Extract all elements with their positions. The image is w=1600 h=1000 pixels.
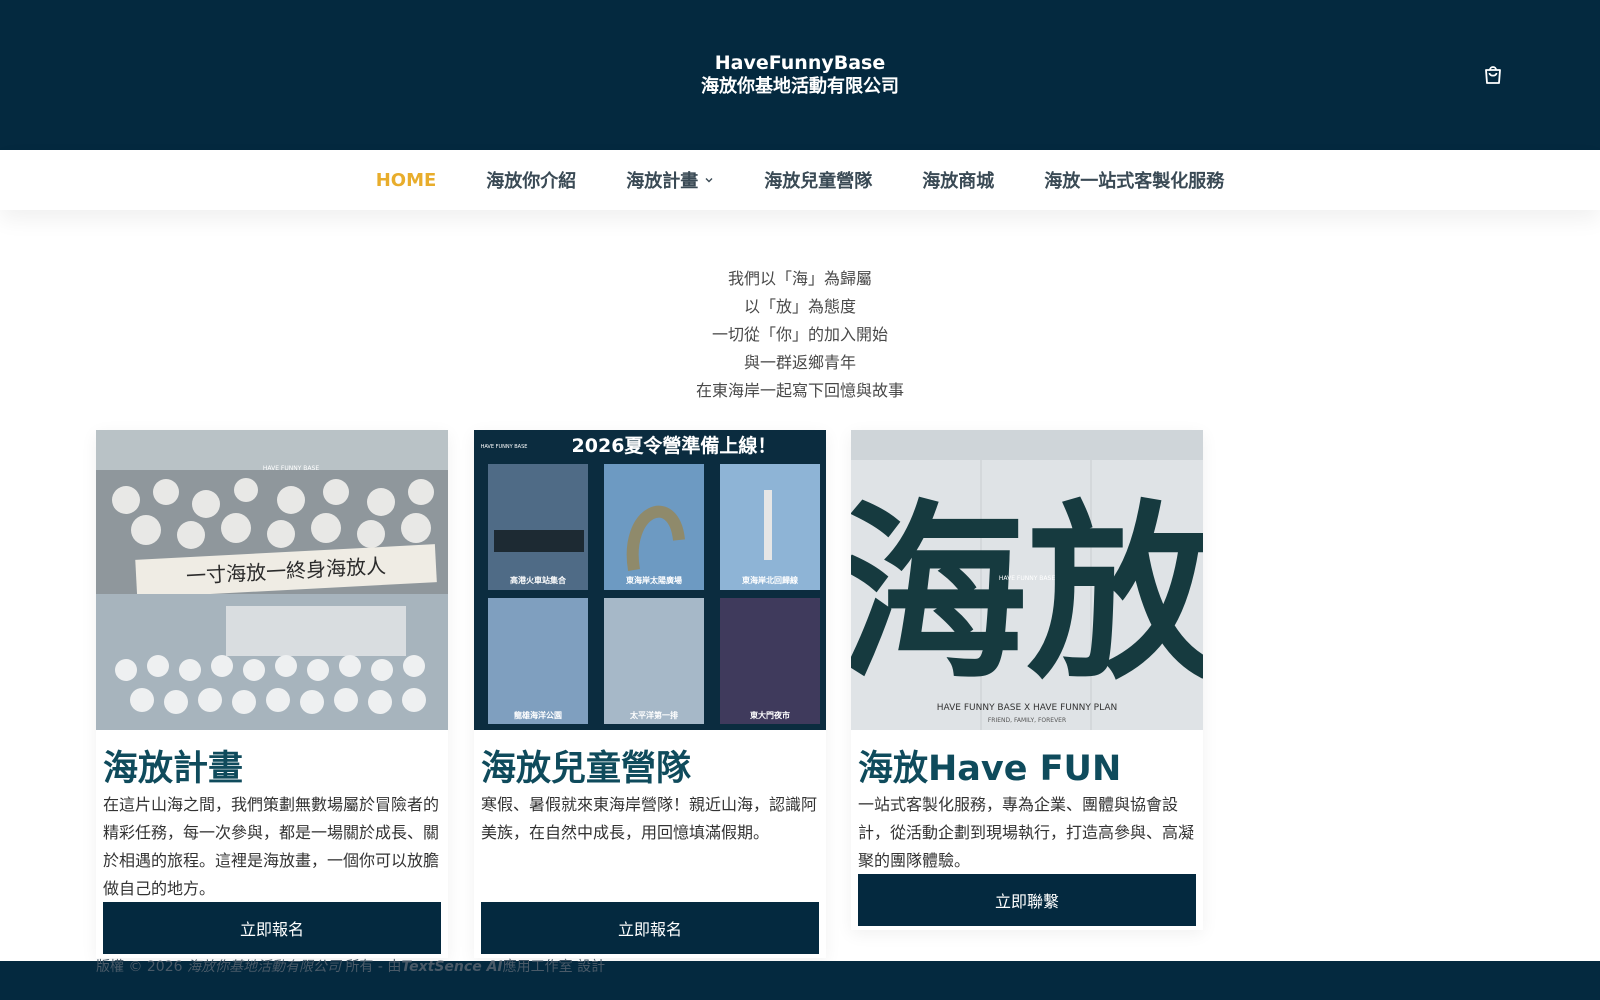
photo-caption: 東大門夜市 xyxy=(750,710,790,720)
nav-label: 海放計畫 xyxy=(626,171,699,192)
plan-text: HAVE FUNNY BASE X HAVE FUNNY PLAN xyxy=(937,703,1117,713)
copyright-suffix: 應用工作室 設計 xyxy=(502,959,606,975)
nav-item-plans[interactable]: 海放計畫 xyxy=(626,167,714,193)
nav-label: 海放商城 xyxy=(922,171,995,192)
nav-label: 海放兒童營隊 xyxy=(764,171,873,192)
card-description: 在這片山海之間，我們策劃無數場屬於冒險者的精彩任務，每一次參與，都是一場關於成長… xyxy=(103,795,440,898)
logo-text: HAVE FUNNY BASE xyxy=(263,465,319,472)
nav-item-custom-service[interactable]: 海放一站式客製化服務 xyxy=(1044,167,1224,193)
nav-item-kids-camp[interactable]: 海放兒童營隊 xyxy=(764,167,872,193)
photo-caption: 高港火車站集合 xyxy=(510,575,567,585)
calligraphy-text: 海放 xyxy=(851,482,1203,705)
card-image-camp-poster[interactable]: 2026夏令營準備上線！ HAVE FUNNY BASE 高港火車站集合 東海岸… xyxy=(474,430,826,730)
photo-caption: 太平洋第一排 xyxy=(629,710,678,720)
slogan-text: FRIEND, FAMILY, FOREVER xyxy=(988,717,1066,724)
photo-caption: 龍雄海洋公園 xyxy=(514,710,562,720)
card-title: 海放計畫 xyxy=(103,749,244,789)
contact-button[interactable]: 立即聯繫 xyxy=(858,874,1196,926)
logo-text: HAVE FUNNY BASE xyxy=(481,444,528,450)
site-brand[interactable]: HaveFunnyBase 海放你基地活動有限公司 xyxy=(0,52,1600,98)
main-navigation: HOME 海放你介紹 海放計畫 海放兒童營隊 海放商城 海放一站式客製化服務 xyxy=(0,150,1600,210)
nav-label: 海放你介紹 xyxy=(486,171,577,192)
card-description: 寒假、暑假就來東海岸營隊！親近山海，認識阿美族，在自然中成長，用回憶填滿假期。 xyxy=(481,795,818,842)
signup-button[interactable]: 立即報名 xyxy=(481,902,819,954)
nav-item-home[interactable]: HOME xyxy=(376,170,437,191)
intro-line: 在東海岸一起寫下回憶與故事 xyxy=(695,381,904,400)
logo-text: HAVE FUNNY BASE xyxy=(999,575,1055,582)
card-title: 海放Have FUN xyxy=(858,749,1122,789)
chevron-down-icon xyxy=(705,178,713,183)
copyright-company: 海放你基地活動有限公司 xyxy=(186,959,341,975)
photo-caption: 東海岸北回歸線 xyxy=(742,575,798,585)
card-have-fun: 海放 HAVE FUNNY BASE HAVE FUNNY BASE X HAV… xyxy=(851,430,1203,930)
intro-line: 我們以「海」為歸屬 xyxy=(727,269,872,288)
photo-caption: 東海岸太陽廣場 xyxy=(626,575,682,585)
nav-item-shop[interactable]: 海放商城 xyxy=(922,167,994,193)
brand-name[interactable]: HaveFunnyBase xyxy=(0,52,1600,75)
nav-label: HOME xyxy=(375,169,437,191)
card-description: 一站式客製化服務，專為企業、團體與協會設計，從活動企劃到現場執行，打造高參與、高… xyxy=(858,795,1195,870)
intro-line: 與一群返鄉青年 xyxy=(743,353,856,372)
intro-line: 一切從「你」的加入開始 xyxy=(711,325,888,344)
shopping-bag-icon[interactable] xyxy=(1482,63,1504,85)
intro-line: 以「放」為態度 xyxy=(743,297,856,316)
card-image-group-photo[interactable]: 一寸海放一終身海放人 HAVE FUNNY BASE xyxy=(96,430,448,730)
copyright-prefix: 版權 © 2026 xyxy=(96,959,187,975)
card-kids-camp: 2026夏令營準備上線！ HAVE FUNNY BASE 高港火車站集合 東海岸… xyxy=(474,430,826,958)
copyright-middle: 所有 - 由 xyxy=(340,959,402,975)
signup-button[interactable]: 立即報名 xyxy=(103,902,441,954)
poster-headline: 2026夏令營準備上線！ xyxy=(572,434,777,457)
brand-company-name[interactable]: 海放你基地活動有限公司 xyxy=(0,75,1600,98)
designer-link[interactable]: TextSence AI xyxy=(401,959,502,975)
copyright-text: 版權 © 2026 海放你基地活動有限公司 所有 - 由TextSence AI… xyxy=(96,956,605,976)
intro-text: 我們以「海」為歸屬 以「放」為態度 一切從「你」的加入開始 與一群返鄉青年 在東… xyxy=(0,265,1600,405)
card-image-calligraphy[interactable]: 海放 HAVE FUNNY BASE HAVE FUNNY BASE X HAV… xyxy=(851,430,1203,730)
site-header: HaveFunnyBase 海放你基地活動有限公司 xyxy=(0,0,1600,150)
card-title: 海放兒童營隊 xyxy=(481,749,692,789)
nav-item-about[interactable]: 海放你介紹 xyxy=(486,167,576,193)
nav-label: 海放一站式客製化服務 xyxy=(1044,171,1225,192)
card-plans: 一寸海放一終身海放人 HAVE FUNNY BASE 海放計畫 在這片山海之間，… xyxy=(96,430,448,958)
